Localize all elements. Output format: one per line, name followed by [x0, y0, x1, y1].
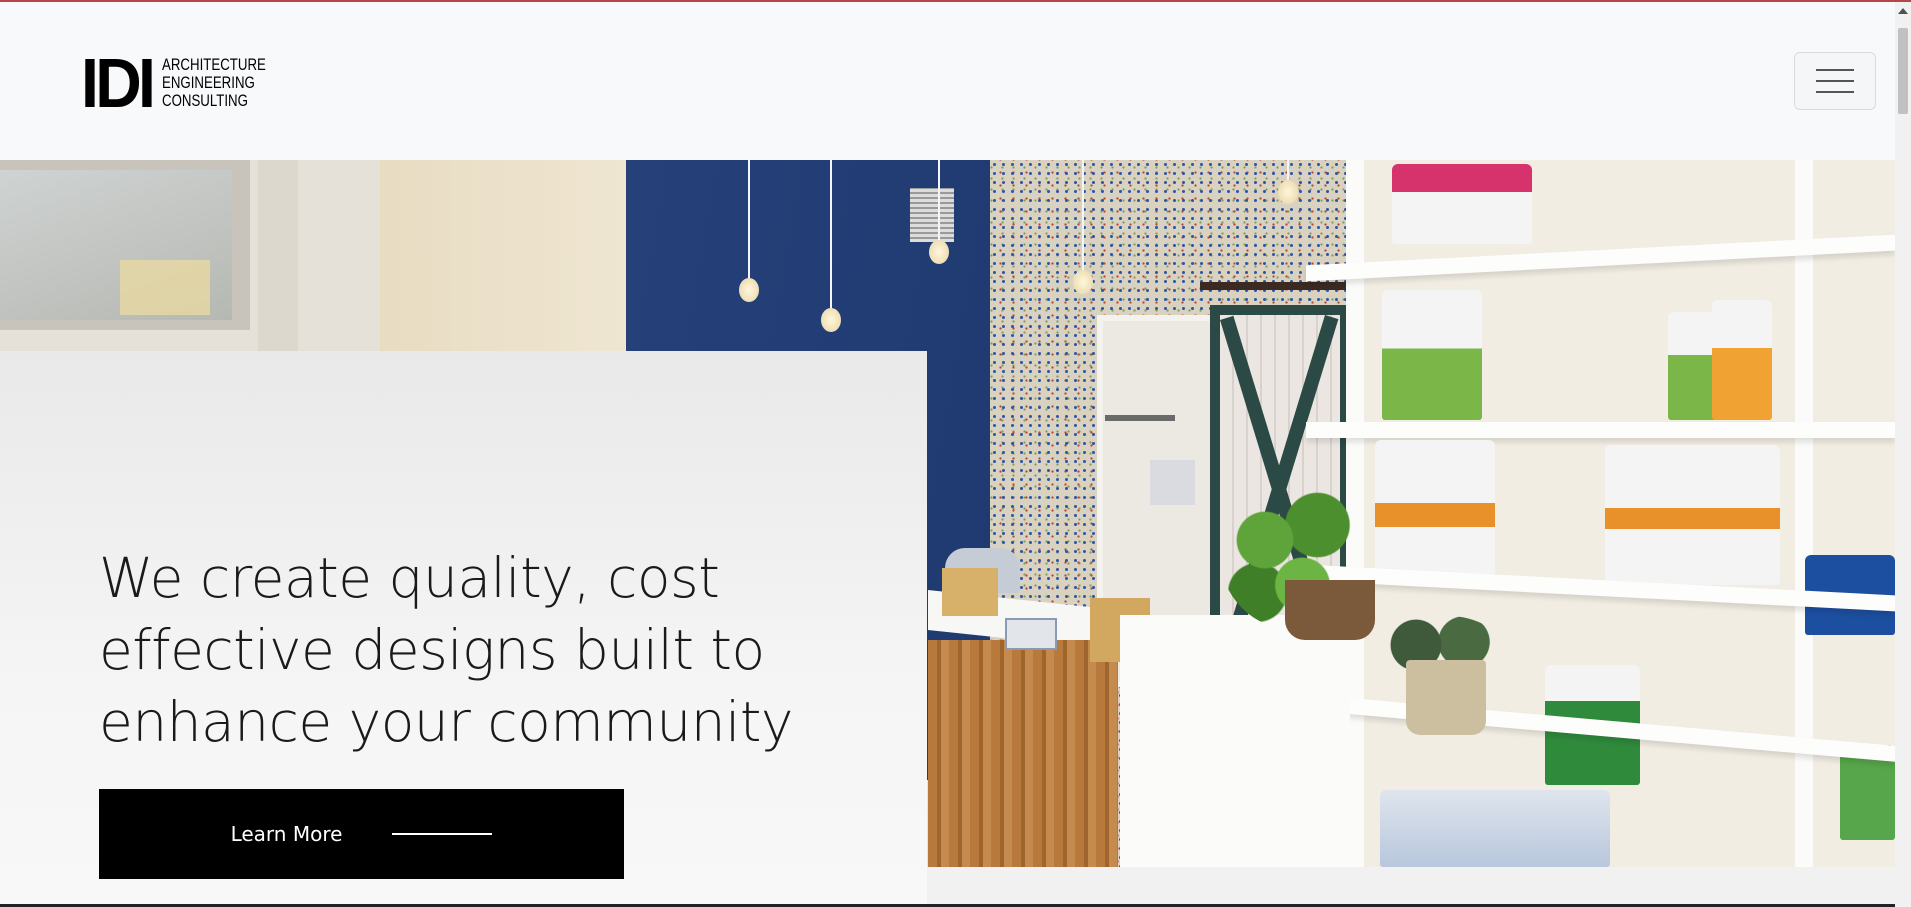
- product-bag: [1392, 164, 1532, 244]
- pendant-cord: [938, 160, 940, 240]
- pendant-bulb: [739, 278, 759, 302]
- photo-card-reader: [1005, 618, 1057, 650]
- product-bag: [1668, 312, 1718, 420]
- photo-shelf: [1306, 422, 1895, 438]
- scroll-up-arrow-icon[interactable]: [1898, 8, 1908, 14]
- hamburger-menu-icon-bar: [1816, 80, 1854, 82]
- pendant-bulb: [1073, 270, 1093, 294]
- pendant-cord: [830, 160, 832, 310]
- photo-vent: [910, 188, 954, 242]
- product-bag: [1605, 445, 1780, 585]
- long-arrow-line-icon: [392, 833, 493, 835]
- logo-tagline: ARCHITECTURE ENGINEERING CONSULTING: [162, 56, 266, 110]
- scrollbar-thumb[interactable]: [1898, 28, 1908, 114]
- learn-more-button[interactable]: Learn More: [99, 789, 624, 879]
- hamburger-menu-icon-bar: [1816, 91, 1854, 93]
- photo-small-pot: [1406, 660, 1486, 735]
- photo-planter: [1285, 580, 1375, 640]
- pendant-cord: [1287, 160, 1289, 180]
- learn-more-label: Learn More: [230, 822, 343, 846]
- photo-lab-equipment: [1150, 460, 1195, 505]
- logo-mark: IDI: [81, 44, 156, 122]
- pendant-bulb: [929, 240, 949, 264]
- vertical-scrollbar[interactable]: [1895, 2, 1911, 907]
- site-header: IDI ARCHITECTURE ENGINEERING CONSULTING: [0, 2, 1895, 160]
- section-gap: [927, 867, 1895, 907]
- logo-line-engineering: ENGINEERING: [162, 73, 256, 92]
- pendant-cord: [748, 160, 750, 280]
- photo-shelf-post: [1795, 160, 1813, 867]
- pendant-bulb: [1278, 180, 1298, 204]
- menu-toggle-button[interactable]: [1794, 52, 1876, 110]
- product-bag: [1380, 790, 1610, 867]
- photo-barn-rail: [1200, 282, 1350, 290]
- pendant-bulb: [821, 308, 841, 332]
- pendant-cord: [1082, 160, 1084, 270]
- photo-wood-block: [942, 568, 998, 616]
- hamburger-menu-icon: [1816, 69, 1854, 71]
- photo-counter-front: [928, 640, 1118, 867]
- photo-window-glow: [120, 260, 210, 315]
- product-bag: [1712, 300, 1772, 420]
- logo-line-architecture: ARCHITECTURE: [162, 55, 267, 74]
- hero-heading: We create quality, cost effective design…: [99, 546, 793, 754]
- logo-line-consulting: CONSULTING: [162, 91, 249, 110]
- photo-lab-shelf: [1105, 415, 1175, 421]
- site-logo[interactable]: IDI ARCHITECTURE ENGINEERING CONSULTING: [81, 44, 296, 122]
- hero-card: We create quality, cost effective design…: [0, 351, 927, 907]
- photo-white-counter: [1120, 615, 1350, 867]
- product-bag: [1382, 290, 1482, 420]
- product-bag: [1375, 440, 1495, 580]
